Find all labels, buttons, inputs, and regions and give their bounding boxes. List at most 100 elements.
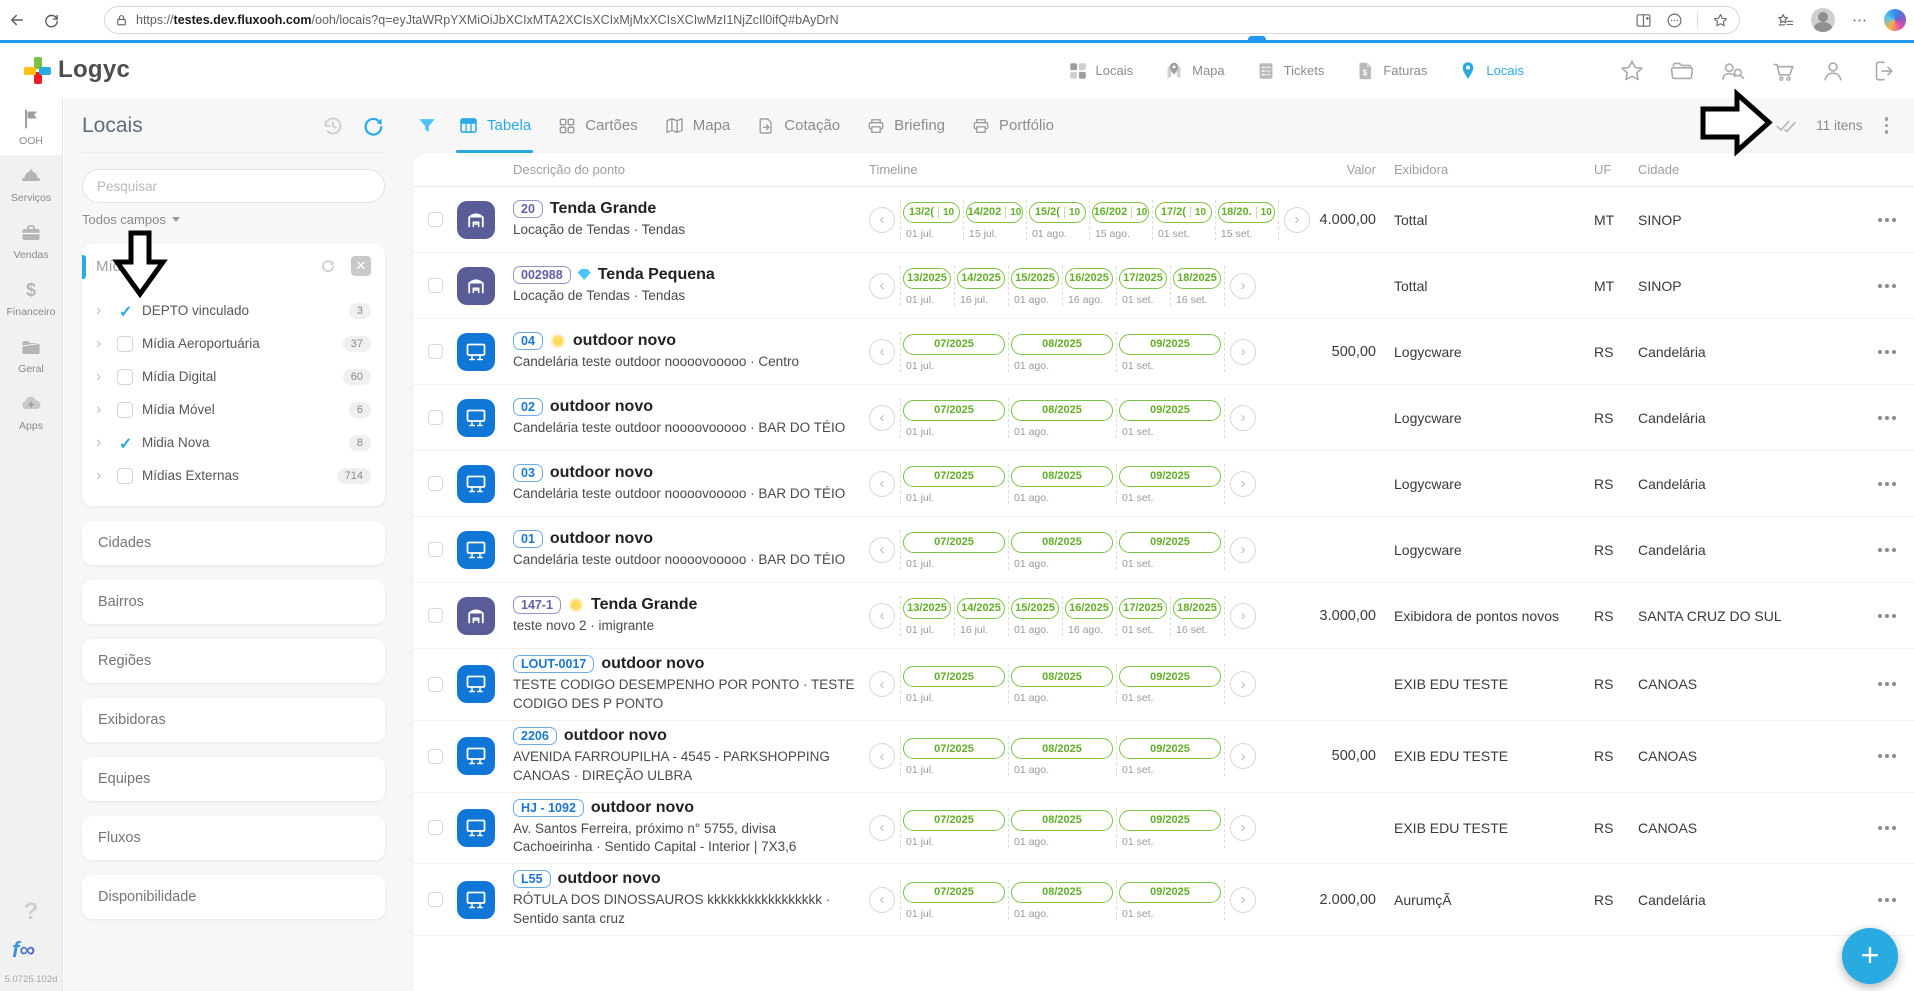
timeline-prev-button[interactable]	[869, 405, 895, 431]
row-checkbox[interactable]	[428, 892, 443, 907]
period-pill[interactable]: 17/2025	[1119, 598, 1167, 619]
media-filter-item[interactable]: Mídia Móvel 6	[96, 393, 371, 426]
row-checkbox[interactable]	[428, 212, 443, 227]
timeline-prev-button[interactable]	[869, 537, 895, 563]
browser-menu-icon[interactable]	[1851, 12, 1868, 29]
search-input[interactable]	[82, 169, 385, 203]
point-title[interactable]: outdoor novo	[573, 332, 676, 350]
filter-section[interactable]: Equipes	[82, 757, 385, 801]
expand-chevron-icon[interactable]	[96, 434, 108, 452]
period-pill[interactable]: 09/2025	[1119, 400, 1221, 421]
timeline-next-button[interactable]	[1230, 815, 1256, 841]
point-title[interactable]: outdoor novo	[558, 870, 661, 888]
period-pill[interactable]: 08/2025	[1011, 466, 1113, 487]
select-all-icon[interactable]	[1774, 115, 1798, 137]
timeline-prev-button[interactable]	[869, 273, 895, 299]
nav-tickets[interactable]: Tickets	[1255, 60, 1325, 82]
period-pill[interactable]: 09/2025	[1119, 738, 1221, 759]
period-pill[interactable]: 08/2025	[1011, 400, 1113, 421]
period-pill[interactable]: 13/2(10	[903, 202, 960, 223]
star-icon[interactable]	[1619, 58, 1645, 84]
table-row[interactable]: L55 outdoor novo RÓTULA DOS DINOSSAUROS …	[413, 864, 1914, 936]
split-screen-icon[interactable]	[1635, 12, 1652, 29]
period-pill[interactable]: 07/2025	[903, 882, 1005, 903]
row-menu-button[interactable]	[1876, 608, 1898, 624]
nav-locais-grid[interactable]: Locais	[1067, 60, 1134, 82]
row-checkbox[interactable]	[428, 278, 443, 293]
timeline-next-button[interactable]	[1230, 887, 1256, 913]
media-checkbox[interactable]	[117, 369, 133, 385]
media-filter-item[interactable]: Mídia Digital 60	[96, 360, 371, 393]
table-row[interactable]: HJ - 1092 outdoor novo Av. Santos Ferrei…	[413, 793, 1914, 865]
browser-essentials-icon[interactable]	[1666, 12, 1683, 29]
media-checkbox[interactable]	[117, 468, 133, 484]
row-checkbox[interactable]	[428, 410, 443, 425]
timeline-next-button[interactable]	[1230, 671, 1256, 697]
table-row[interactable]: 20 Tenda Grande Locação de Tendas · Tend…	[413, 187, 1914, 253]
filter-section[interactable]: Regiões	[82, 639, 385, 683]
row-menu-button[interactable]	[1876, 748, 1898, 764]
period-pill[interactable]: 08/2025	[1011, 882, 1113, 903]
favorite-star-icon[interactable]	[1712, 12, 1729, 29]
period-pill[interactable]: 07/2025	[903, 466, 1005, 487]
row-menu-button[interactable]	[1876, 820, 1898, 836]
period-pill[interactable]: 08/2025	[1011, 738, 1113, 759]
period-pill[interactable]: 09/2025	[1119, 882, 1221, 903]
row-checkbox[interactable]	[428, 476, 443, 491]
row-menu-button[interactable]	[1876, 892, 1898, 908]
address-bar[interactable]: https://testes.dev.fluxooh.com/ooh/locai…	[104, 6, 1740, 34]
media-checkbox[interactable]	[117, 435, 133, 451]
period-pill[interactable]: 14/2025	[957, 268, 1005, 289]
media-filter-item[interactable]: Mídia Aeroportuária 37	[96, 327, 371, 360]
expand-chevron-icon[interactable]	[96, 368, 108, 386]
period-pill[interactable]: 07/2025	[903, 738, 1005, 759]
row-checkbox[interactable]	[428, 820, 443, 835]
timeline-next-button[interactable]	[1230, 743, 1256, 769]
period-pill[interactable]: 08/2025	[1011, 532, 1113, 553]
period-pill[interactable]: 07/2025	[903, 810, 1005, 831]
period-pill[interactable]: 17/2025	[1119, 268, 1167, 289]
row-menu-button[interactable]	[1876, 410, 1898, 426]
period-pill[interactable]: 08/2025	[1011, 810, 1113, 831]
tab-tabela[interactable]: Tabela	[458, 98, 531, 153]
timeline-prev-button[interactable]	[869, 471, 895, 497]
contacts-icon[interactable]	[1719, 58, 1747, 84]
media-filter-item[interactable]: DEPTO vinculado 3	[96, 294, 371, 327]
tab-portfolio[interactable]: Portfólio	[971, 98, 1054, 153]
timeline-next-button[interactable]	[1230, 471, 1256, 497]
period-pill[interactable]: 18/2025	[1173, 268, 1221, 289]
table-row[interactable]: 03 outdoor novo Candelária teste outdoor…	[413, 451, 1914, 517]
table-row[interactable]: 147-1 Tenda Grande teste novo 2 · imigra…	[413, 583, 1914, 649]
period-pill[interactable]: 13/2025	[903, 268, 951, 289]
media-filter-item[interactable]: Midia Nova 8	[96, 426, 371, 459]
point-title[interactable]: outdoor novo	[601, 655, 704, 673]
timeline-prev-button[interactable]	[869, 887, 895, 913]
rail-item-financeiro[interactable]: $ Financeiro	[0, 269, 62, 326]
period-pill[interactable]: 16/2025	[1065, 268, 1113, 289]
table-row[interactable]: 2206 outdoor novo AVENIDA FARROUPILHA - …	[413, 721, 1914, 793]
expand-chevron-icon[interactable]	[96, 335, 108, 353]
period-pill[interactable]: 16/20210	[1092, 202, 1149, 223]
back-button[interactable]	[0, 5, 34, 35]
expand-chevron-icon[interactable]	[96, 401, 108, 419]
timeline-next-button[interactable]	[1230, 405, 1256, 431]
favorites-hub-icon[interactable]	[1776, 11, 1795, 30]
media-filter-item[interactable]: Mídias Externas 714	[96, 459, 371, 492]
search-scope-dropdown[interactable]: Todos campos	[82, 212, 180, 227]
point-title[interactable]: outdoor novo	[564, 727, 667, 745]
reload-list-icon[interactable]	[1708, 115, 1730, 137]
timeline-next-button[interactable]	[1230, 603, 1256, 629]
period-pill[interactable]: 08/2025	[1011, 666, 1113, 687]
timeline-prev-button[interactable]	[869, 743, 895, 769]
expand-chevron-icon[interactable]	[96, 467, 108, 485]
period-pill[interactable]: 15/2025	[1011, 598, 1059, 619]
table-row[interactable]: 002988 Tenda Pequena Locação de Tendas ·…	[413, 253, 1914, 319]
logyc-logo[interactable]: Logyc	[24, 56, 130, 84]
period-pill[interactable]: 09/2025	[1119, 334, 1221, 355]
timeline-prev-button[interactable]	[869, 671, 895, 697]
row-menu-button[interactable]	[1876, 676, 1898, 692]
tab-mapa[interactable]: Mapa	[664, 98, 731, 153]
filter-funnel-icon[interactable]	[416, 115, 438, 137]
logout-icon[interactable]	[1869, 58, 1896, 84]
row-checkbox[interactable]	[428, 344, 443, 359]
